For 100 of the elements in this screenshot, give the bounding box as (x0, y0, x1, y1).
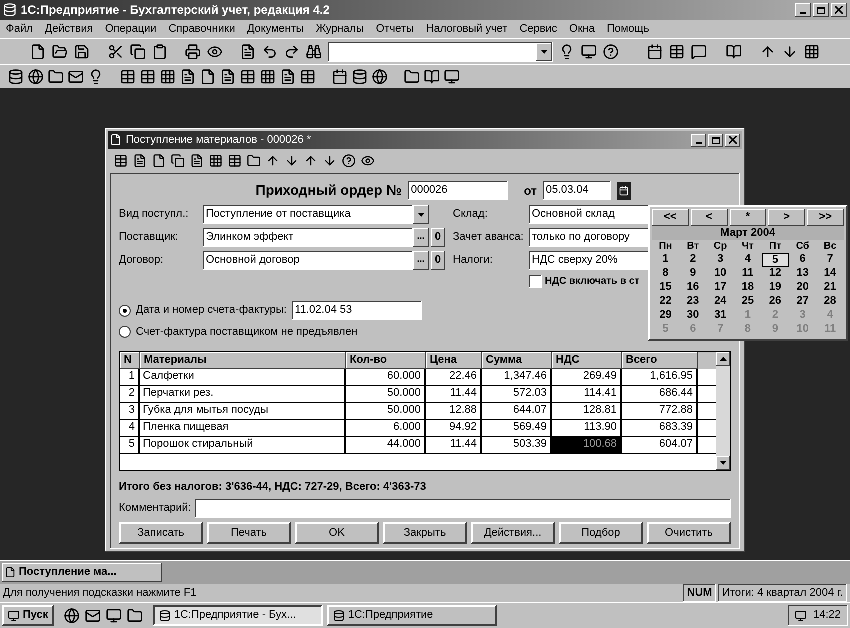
action-button[interactable]: Подбор (559, 522, 643, 544)
calendar-day[interactable]: 31 (706, 309, 734, 323)
toolbar-icon[interactable] (285, 154, 299, 168)
calendar-day[interactable]: 16 (679, 281, 707, 295)
action-button[interactable]: OK (295, 522, 379, 544)
scissors-icon[interactable] (108, 44, 124, 60)
radio-button[interactable] (119, 326, 131, 338)
toolbar-icon[interactable] (8, 68, 24, 84)
calendar-day[interactable]: 15 (652, 281, 680, 295)
action-button[interactable]: Действия... (471, 522, 555, 544)
column-header[interactable]: Кол-во (346, 352, 426, 368)
calendar-day[interactable]: 25 (734, 295, 762, 309)
toolbar-icon[interactable] (304, 154, 318, 168)
menu-item[interactable]: Помощь (606, 20, 650, 38)
date-field[interactable]: 05.03.04 (543, 181, 611, 200)
clear-button[interactable]: 0 (431, 228, 445, 247)
preview-icon[interactable] (207, 44, 224, 60)
search-combo[interactable] (328, 42, 554, 62)
calendar-day[interactable]: 8 (652, 267, 680, 281)
column-header[interactable]: НДС (552, 352, 622, 368)
document-icon[interactable] (240, 44, 256, 60)
monitor-icon[interactable] (581, 44, 598, 60)
calendar-day[interactable]: 30 (679, 309, 707, 323)
dropdown-field[interactable]: Поступление от поставщика (203, 205, 413, 224)
order-number-field[interactable]: 000026 (408, 181, 508, 200)
menu-item[interactable]: Журналы (316, 20, 364, 38)
clear-button[interactable]: 0 (431, 251, 445, 270)
calendar-day[interactable]: 27 (789, 295, 817, 309)
column-header[interactable]: Цена (426, 352, 482, 368)
redo-icon[interactable] (284, 44, 300, 60)
calendar-day[interactable]: 5 (762, 253, 790, 267)
calendar-day[interactable]: 7 (816, 253, 844, 267)
report-icon[interactable] (120, 68, 136, 84)
calendar-day[interactable]: 26 (762, 295, 790, 309)
toolbar-icon[interactable] (444, 68, 460, 84)
arrow-down-icon[interactable] (782, 44, 798, 60)
clipboard-icon[interactable] (152, 44, 168, 60)
toolbar-icon[interactable] (68, 68, 84, 84)
toolbar-icon[interactable] (171, 154, 185, 168)
toolbar-icon[interactable] (114, 154, 128, 168)
report-icon[interactable] (180, 68, 196, 84)
calendar-day[interactable]: 3 (706, 253, 734, 267)
toolbar-icon[interactable] (152, 154, 166, 168)
maximize-button[interactable] (813, 3, 829, 17)
calendar-nav-button[interactable]: < (690, 209, 728, 226)
calendar-button[interactable] (617, 182, 631, 200)
menu-item[interactable]: Сервис (520, 20, 558, 38)
toolbar-icon[interactable] (323, 154, 337, 168)
reference-field[interactable]: только по договору (529, 228, 649, 247)
minimize-button[interactable] (691, 134, 706, 146)
comment-field[interactable] (195, 499, 731, 518)
menu-item[interactable]: Окна (569, 20, 595, 38)
toolbar-icon[interactable] (332, 68, 348, 84)
calendar-day[interactable]: 13 (789, 267, 817, 281)
report-icon[interactable] (280, 68, 296, 84)
calendar-day[interactable]: 24 (706, 295, 734, 309)
report-icon[interactable] (220, 68, 236, 84)
grid-icon[interactable] (804, 44, 820, 60)
scrollbar[interactable] (716, 352, 730, 470)
start-button[interactable]: Пуск (2, 605, 54, 626)
menu-item[interactable]: Справочники (168, 20, 236, 38)
calendar-day[interactable]: 18 (734, 281, 762, 295)
scroll-down-icon[interactable] (720, 460, 726, 464)
calendar-day[interactable]: 6 (789, 253, 817, 267)
action-button[interactable]: Закрыть (383, 522, 467, 544)
calendar-day[interactable]: 17 (706, 281, 734, 295)
arrow-up-icon[interactable] (760, 44, 776, 60)
close-button[interactable] (725, 134, 740, 146)
minimize-button[interactable] (795, 3, 811, 17)
help-icon[interactable] (603, 44, 620, 60)
calendar-day[interactable]: 22 (652, 295, 680, 309)
minimized-window[interactable]: Поступление ма... (2, 563, 162, 582)
close-button[interactable] (831, 3, 847, 17)
browser-icon[interactable] (64, 608, 80, 624)
column-header[interactable]: Сумма (482, 352, 552, 368)
calendar-day[interactable]: 10 (706, 267, 734, 281)
column-header[interactable]: Всего (622, 352, 698, 368)
toolbar-icon[interactable] (361, 154, 375, 168)
open-folder-icon[interactable] (52, 44, 68, 60)
report-icon[interactable] (140, 68, 156, 84)
column-header[interactable]: Материалы (140, 352, 346, 368)
calendar-day[interactable]: 28 (816, 295, 844, 309)
calendar-day[interactable]: 9 (679, 267, 707, 281)
menu-item[interactable]: Файл (6, 20, 34, 38)
calendar-day[interactable]: 29 (652, 309, 680, 323)
printer-icon[interactable] (185, 44, 202, 60)
copy-icon[interactable] (130, 44, 146, 60)
calendar-day[interactable]: 4 (734, 253, 762, 267)
toolbar-icon[interactable] (424, 68, 440, 84)
save-icon[interactable] (74, 44, 90, 60)
menu-item[interactable]: Действия (45, 20, 94, 38)
report-icon[interactable] (260, 68, 276, 84)
calendar-day[interactable]: 20 (789, 281, 817, 295)
table-icon[interactable] (669, 44, 686, 60)
report-icon[interactable] (160, 68, 176, 84)
report-icon[interactable] (300, 68, 316, 84)
toolbar-icon[interactable] (372, 68, 388, 84)
mail-icon[interactable] (85, 608, 102, 624)
calendar-day[interactable]: 14 (816, 267, 844, 281)
calendar-nav-button[interactable]: > (768, 209, 806, 226)
